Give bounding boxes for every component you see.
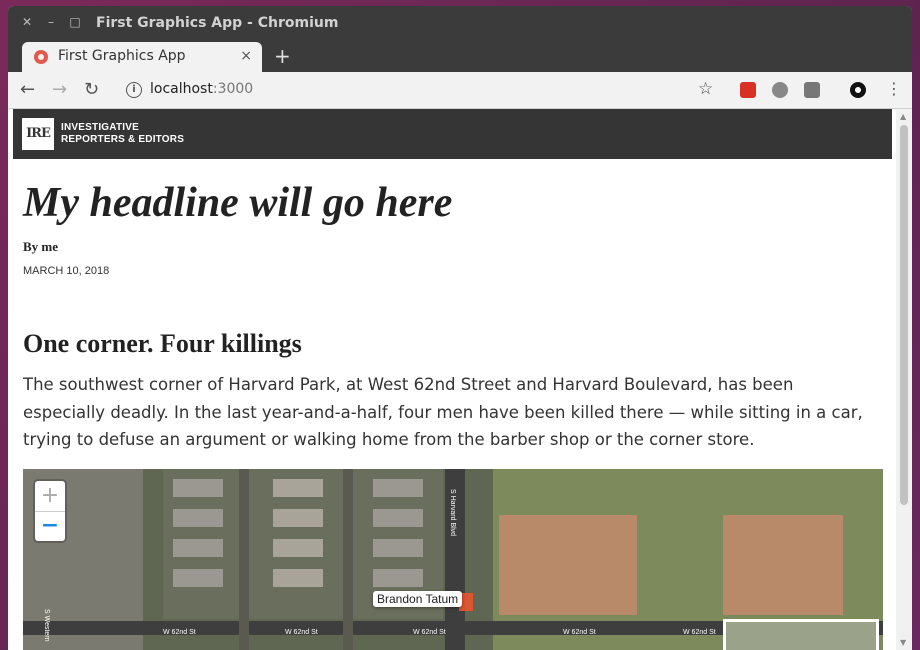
road-label: W 62nd St (163, 629, 196, 636)
settings-extension-icon[interactable] (772, 82, 788, 98)
new-tab-button[interactable]: + (274, 44, 291, 68)
url-text: localhost:3000 (150, 81, 253, 97)
section-subhead: One corner. Four killings (23, 329, 302, 358)
publish-date: MARCH 10, 2018 (23, 265, 110, 277)
browser-toolbar: ← → ↻ i localhost:3000 ☆ ⋮ (8, 72, 912, 109)
tab-strip: First Graphics App × + (8, 42, 912, 72)
road-label: S Harvard Blvd (449, 489, 456, 537)
back-button[interactable]: ← (20, 79, 35, 100)
url-host: localhost (150, 81, 213, 97)
menu-kebab-icon[interactable]: ⋮ (886, 79, 902, 98)
zoom-control: + − (35, 481, 65, 541)
window-title: First Graphics App - Chromium (96, 15, 339, 31)
address-bar[interactable]: i localhost:3000 (114, 76, 726, 104)
road-label: W 62nd St (413, 629, 446, 636)
org-name: INVESTIGATIVE REPORTERS & EDITORS (61, 122, 184, 146)
browser-window: ✕ – □ First Graphics App - Chromium Firs… (8, 6, 912, 650)
info-icon[interactable]: i (126, 82, 142, 98)
byline: By me (23, 239, 59, 254)
scrollbar[interactable]: ▲ ▼ (896, 109, 912, 650)
map[interactable]: + − W 62nd St W 62nd St W 62nd St W 62nd… (23, 469, 883, 650)
scroll-thumb[interactable] (900, 125, 908, 505)
road-label: W 62nd St (285, 629, 318, 636)
reload-button[interactable]: ↻ (84, 79, 99, 100)
close-window-icon[interactable]: ✕ (20, 15, 34, 29)
title-bar: ✕ – □ First Graphics App - Chromium (8, 6, 912, 42)
marker-tooltip: Brandon Tatum (373, 591, 463, 607)
cloud-extension-icon[interactable] (804, 82, 820, 98)
page-content: IRE INVESTIGATIVE REPORTERS & EDITORS My… (8, 109, 912, 650)
org-name-line2: REPORTERS & EDITORS (61, 134, 185, 145)
zoom-out-button[interactable]: − (35, 511, 65, 541)
zoom-in-button[interactable]: + (35, 481, 65, 512)
minimize-window-icon[interactable]: – (44, 15, 58, 29)
tab-title: First Graphics App (58, 48, 186, 64)
lastpass-extension-icon[interactable] (740, 82, 756, 98)
org-name-line1: INVESTIGATIVE (61, 122, 139, 133)
site-header: IRE INVESTIGATIVE REPORTERS & EDITORS (13, 109, 892, 159)
minimap[interactable] (723, 619, 879, 650)
close-tab-icon[interactable]: × (240, 48, 252, 64)
scroll-down-icon[interactable]: ▼ (900, 638, 906, 647)
favicon-icon (34, 50, 48, 64)
tab-first-graphics-app[interactable]: First Graphics App × (22, 42, 262, 72)
bookmark-star-icon[interactable]: ☆ (698, 79, 713, 99)
pushbullet-extension-icon[interactable] (850, 82, 866, 98)
ire-logo[interactable]: IRE (22, 118, 54, 150)
road-label: W 62nd St (683, 629, 716, 636)
maximize-window-icon[interactable]: □ (68, 15, 82, 29)
url-port: :3000 (212, 81, 254, 97)
headline: My headline will go here (23, 180, 453, 226)
road-label: W 62nd St (563, 629, 596, 636)
body-paragraph: The southwest corner of Harvard Park, at… (23, 375, 863, 449)
road-label: S Western (43, 609, 50, 642)
forward-button[interactable]: → (52, 79, 67, 100)
scroll-up-icon[interactable]: ▲ (900, 112, 906, 121)
